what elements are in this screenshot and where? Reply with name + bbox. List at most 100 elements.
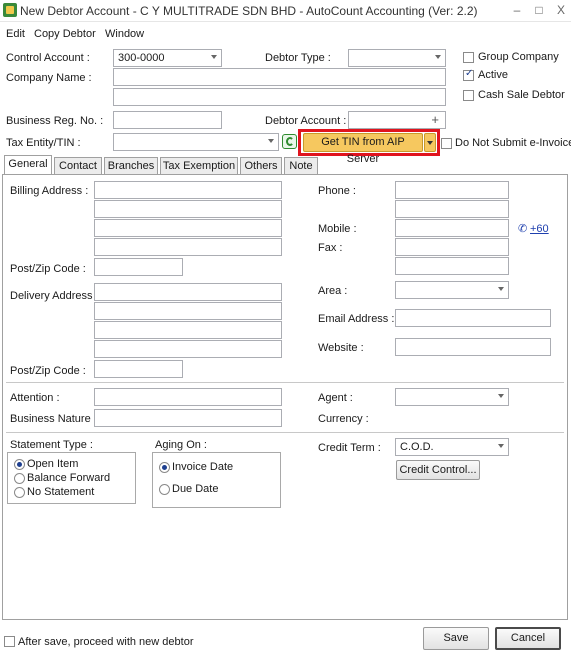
website-input[interactable] [395,338,551,356]
active-checkbox[interactable] [463,68,474,81]
tax-entity-label: Tax Entity/TIN : [6,137,81,149]
delivery-address-label: Delivery Address : [10,290,99,302]
statement-balance-forward-radio[interactable] [14,473,25,484]
statement-type-label: Statement Type : [10,439,93,451]
control-account-select[interactable]: 300-0000 [113,49,222,67]
business-reg-input[interactable] [113,111,222,129]
menu-copy-debtor[interactable]: Copy Debtor [34,28,96,40]
after-save-checkbox[interactable] [4,636,15,647]
area-select[interactable] [395,281,509,299]
chevron-down-icon [427,141,433,145]
mobile-label: Mobile : [318,223,357,235]
title-bar: New Debtor Account - C Y MULTITRADE SDN … [0,0,571,22]
delivery-address-line3[interactable] [94,321,282,339]
agent-label: Agent : [318,392,353,404]
menu-edit[interactable]: Edit [6,28,25,40]
tab-tax-exemption[interactable]: Tax Exemption [160,157,238,175]
statement-balance-forward-label: Balance Forward [27,472,111,484]
chevron-down-icon [435,55,441,59]
billing-postcode-label: Post/Zip Code : [10,263,86,275]
debtor-account-input[interactable]: + [348,111,446,129]
tab-general[interactable]: General [4,155,52,175]
phone-icon: ✆ [518,223,528,235]
minimize-button[interactable]: – [508,2,526,18]
get-tin-button[interactable]: Get TIN from AIP Server [303,133,423,165]
group-company-label: Group Company [478,51,559,63]
delivery-postcode-input[interactable] [94,360,183,378]
business-reg-label: Business Reg. No. : [6,115,104,127]
phone-label: Phone : [318,185,356,197]
cash-sale-label: Cash Sale Debtor [478,89,565,101]
aging-due-date-label: Due Date [172,483,219,495]
mobile-country-code-link[interactable]: +60 [530,223,549,235]
tab-note[interactable]: Note [284,157,318,175]
do-not-submit-checkbox[interactable] [441,138,452,149]
fax-input-1[interactable] [395,238,509,256]
menu-window[interactable]: Window [105,28,144,40]
agent-select[interactable] [395,388,509,406]
cash-sale-checkbox[interactable] [463,90,474,101]
billing-address-line4[interactable] [94,238,282,256]
after-save-label: After save, proceed with new debtor [18,636,194,648]
cancel-button[interactable]: Cancel [495,627,561,650]
tab-contact[interactable]: Contact [54,157,102,175]
credit-term-value: C.O.D. [400,441,434,453]
business-nature-input[interactable] [94,409,282,427]
fax-label: Fax : [318,242,343,254]
phone-input-2[interactable] [395,200,509,218]
fax-input-2[interactable] [395,257,509,275]
credit-term-select[interactable]: C.O.D. [395,438,509,456]
maximize-button[interactable]: □ [530,2,548,18]
delivery-postcode-label: Post/Zip Code : [10,365,86,377]
control-account-value: 300-0000 [118,52,165,64]
billing-address-line1[interactable] [94,181,282,199]
save-button[interactable]: Save [423,627,489,650]
attention-label: Attention : [10,392,60,404]
currency-label: Currency : [318,413,369,425]
debtor-account-label: Debtor Account : [265,115,347,127]
get-tin-dropdown[interactable] [424,133,436,152]
statement-open-item-label: Open Item [27,458,79,470]
close-button[interactable]: X [552,2,570,18]
statement-open-item-radio[interactable] [14,459,25,470]
attention-input[interactable] [94,388,282,406]
delivery-address-line1[interactable] [94,283,282,301]
group-company-checkbox[interactable] [463,52,474,63]
chevron-down-icon [498,287,504,291]
chevron-down-icon [268,139,274,143]
company-name-2-input[interactable] [113,88,446,106]
window-title: New Debtor Account - C Y MULTITRADE SDN … [20,4,478,18]
do-not-submit-label: Do Not Submit e-Invoice [455,137,571,149]
company-name-input[interactable] [113,68,446,86]
email-label: Email Address : [318,313,395,325]
mobile-input[interactable] [395,219,509,237]
delivery-address-line2[interactable] [94,302,282,320]
tab-others[interactable]: Others [240,157,282,175]
billing-address-label: Billing Address : [10,185,89,197]
refresh-tin-icon[interactable] [282,134,297,149]
billing-postcode-input[interactable] [94,258,183,276]
phone-input-1[interactable] [395,181,509,199]
aging-invoice-date-radio[interactable] [159,462,170,473]
debtor-type-select[interactable] [348,49,446,67]
divider [6,382,564,383]
credit-term-label: Credit Term : [318,442,381,454]
billing-address-line3[interactable] [94,219,282,237]
email-input[interactable] [395,309,551,327]
plus-icon: + [431,112,439,127]
app-icon [3,3,17,17]
chevron-down-icon [498,394,504,398]
statement-no-statement-radio[interactable] [14,487,25,498]
delivery-address-line4[interactable] [94,340,282,358]
area-label: Area : [318,285,348,297]
credit-control-button[interactable]: Credit Control... [396,460,480,480]
menu-bar: Edit Copy Debtor Window [0,24,571,44]
chevron-down-icon [211,55,217,59]
tab-branches[interactable]: Branches [104,157,158,175]
aging-invoice-date-label: Invoice Date [172,461,234,473]
website-label: Website : [318,342,364,354]
control-account-label: Control Account : [6,52,90,64]
tax-entity-select[interactable] [113,133,279,151]
aging-due-date-radio[interactable] [159,484,170,495]
billing-address-line2[interactable] [94,200,282,218]
